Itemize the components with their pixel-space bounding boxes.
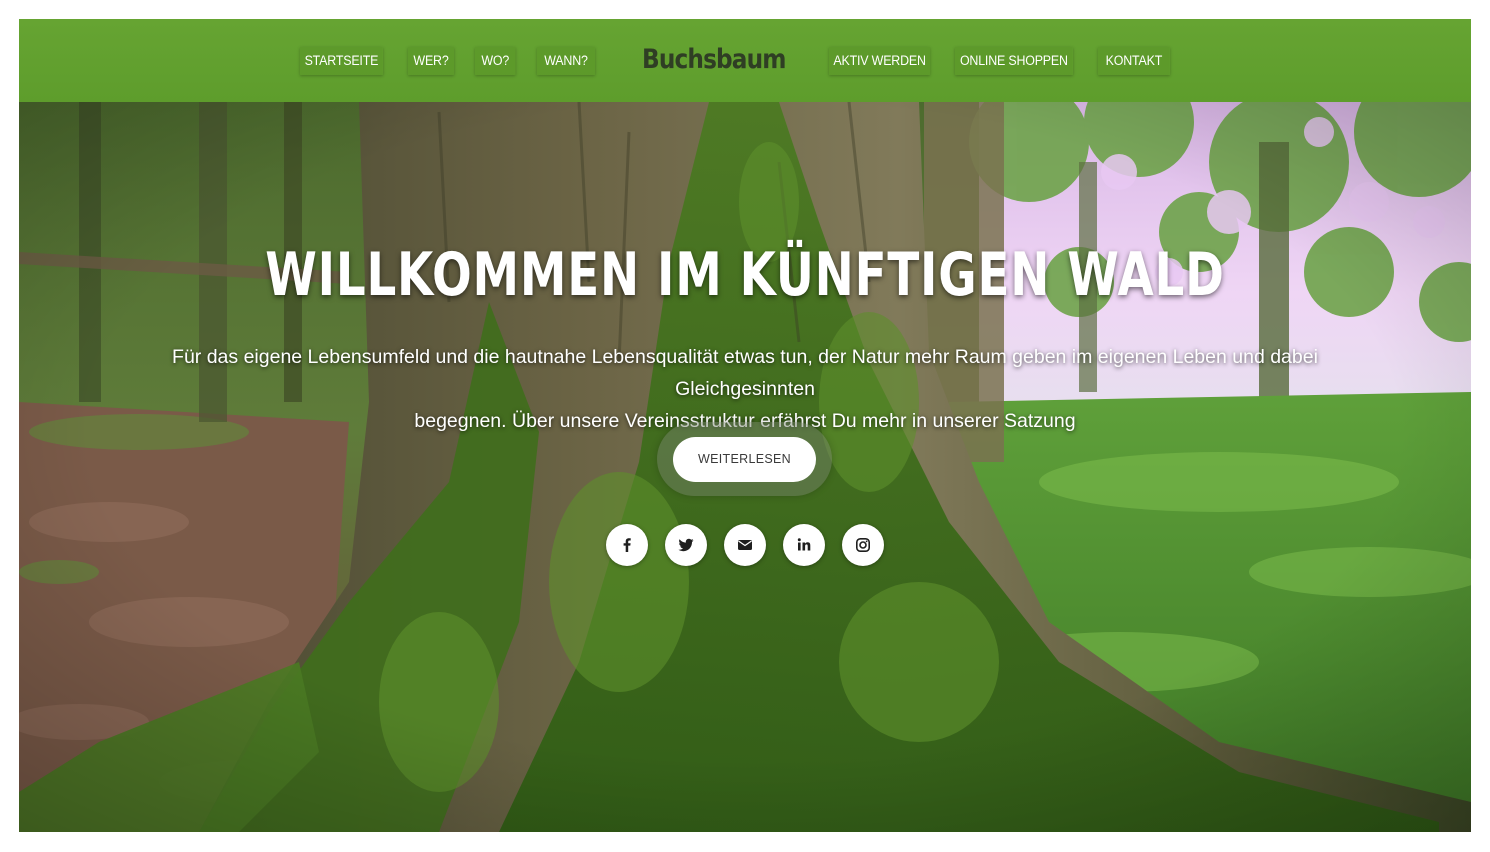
nav-wer[interactable]: WER? [408, 47, 454, 75]
envelope-icon [738, 540, 752, 550]
brand-logo[interactable]: Buchsbaum [642, 41, 786, 79]
hero-title: WILLKOMMEN IM KÜNFTIGEN WALD [265, 240, 1225, 310]
twitter-icon [678, 538, 694, 552]
nav-online-shoppen[interactable]: ONLINE SHOPPEN [955, 47, 1073, 75]
navbar: STARTSEITE WER? WO? WANN? Buchsbaum AKTI… [19, 19, 1471, 102]
nav-wo[interactable]: WO? [475, 47, 516, 75]
read-more-button[interactable]: WEITERLESEN [673, 437, 816, 482]
email-button[interactable] [724, 524, 766, 566]
facebook-icon [623, 538, 631, 552]
nav-startseite[interactable]: STARTSEITE [300, 47, 383, 75]
page-frame: STARTSEITE WER? WO? WANN? Buchsbaum AKTI… [19, 19, 1471, 832]
twitter-button[interactable] [665, 524, 707, 566]
instagram-icon [855, 537, 870, 552]
hero-description-line-1: Für das eigene Lebensumfeld und die haut… [172, 346, 1318, 400]
linkedin-icon [797, 538, 811, 551]
read-more-button-halo: WEITERLESEN [657, 422, 832, 496]
nav-wann[interactable]: WANN? [537, 47, 595, 75]
linkedin-button[interactable] [783, 524, 825, 566]
nav-kontakt[interactable]: KONTAKT [1098, 47, 1170, 75]
nav-aktiv-werden[interactable]: AKTIV WERDEN [829, 47, 931, 75]
hero-section: WILLKOMMEN IM KÜNFTIGEN WALD Für das eig… [19, 102, 1471, 832]
instagram-button[interactable] [842, 524, 884, 566]
facebook-button[interactable] [606, 524, 648, 566]
